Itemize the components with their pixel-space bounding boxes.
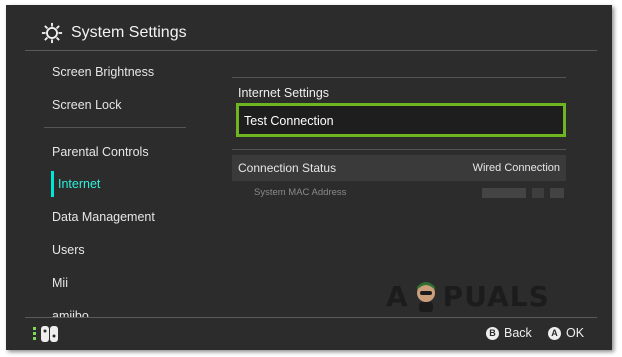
sidebar-item-amiibo[interactable]: amiibo bbox=[52, 308, 89, 317]
sidebar-item-data-management[interactable]: Data Management bbox=[52, 209, 155, 225]
sidebar-item-screen-lock[interactable]: Screen Lock bbox=[52, 97, 121, 113]
sidebar-item-internet[interactable]: Internet bbox=[58, 176, 100, 192]
page-title: System Settings bbox=[71, 24, 187, 41]
b-button-icon: B bbox=[486, 326, 499, 340]
gear-icon bbox=[41, 22, 63, 44]
sidebar-divider bbox=[44, 127, 186, 128]
header: System Settings bbox=[6, 5, 612, 51]
test-connection-button[interactable]: Test Connection bbox=[236, 103, 566, 137]
connection-status-row[interactable]: Connection Status Wired Connection bbox=[232, 155, 566, 181]
footer: B Back A OK bbox=[6, 318, 612, 350]
sidebar: Screen Brightness Screen Lock Parental C… bbox=[6, 51, 202, 317]
connection-status-label: Connection Status bbox=[238, 161, 337, 175]
sidebar-item-screen-brightness[interactable]: Screen Brightness bbox=[52, 64, 154, 80]
ok-label: OK bbox=[566, 326, 585, 340]
controller-icon bbox=[33, 326, 58, 342]
watermark-text-left: A bbox=[386, 279, 409, 313]
back-label: Back bbox=[504, 326, 532, 340]
sidebar-item-parental-controls[interactable]: Parental Controls bbox=[52, 144, 149, 160]
content-divider bbox=[232, 77, 566, 78]
watermark-text-right: PUALS bbox=[442, 279, 550, 313]
internet-settings-panel: Internet Settings Test Connection Connec… bbox=[202, 51, 612, 317]
connection-status-value: Wired Connection bbox=[472, 162, 560, 174]
mac-address-value-blurred bbox=[482, 188, 564, 198]
switch-settings-window: System Settings Screen Brightness Screen… bbox=[6, 5, 612, 350]
back-button[interactable]: B Back bbox=[486, 325, 532, 341]
a-button-icon: A bbox=[548, 326, 561, 340]
content-divider bbox=[232, 149, 566, 150]
appuals-watermark: A PUALS bbox=[386, 279, 550, 313]
test-connection-label: Test Connection bbox=[244, 114, 334, 128]
mac-address-label: System MAC Address bbox=[254, 187, 347, 198]
sidebar-active-indicator bbox=[51, 171, 54, 197]
sidebar-item-mii[interactable]: Mii bbox=[52, 275, 68, 291]
internet-settings-link[interactable]: Internet Settings bbox=[238, 85, 329, 101]
ok-button[interactable]: A OK bbox=[548, 325, 584, 341]
mascot-logo-icon bbox=[416, 282, 435, 312]
sidebar-item-users[interactable]: Users bbox=[52, 242, 85, 258]
